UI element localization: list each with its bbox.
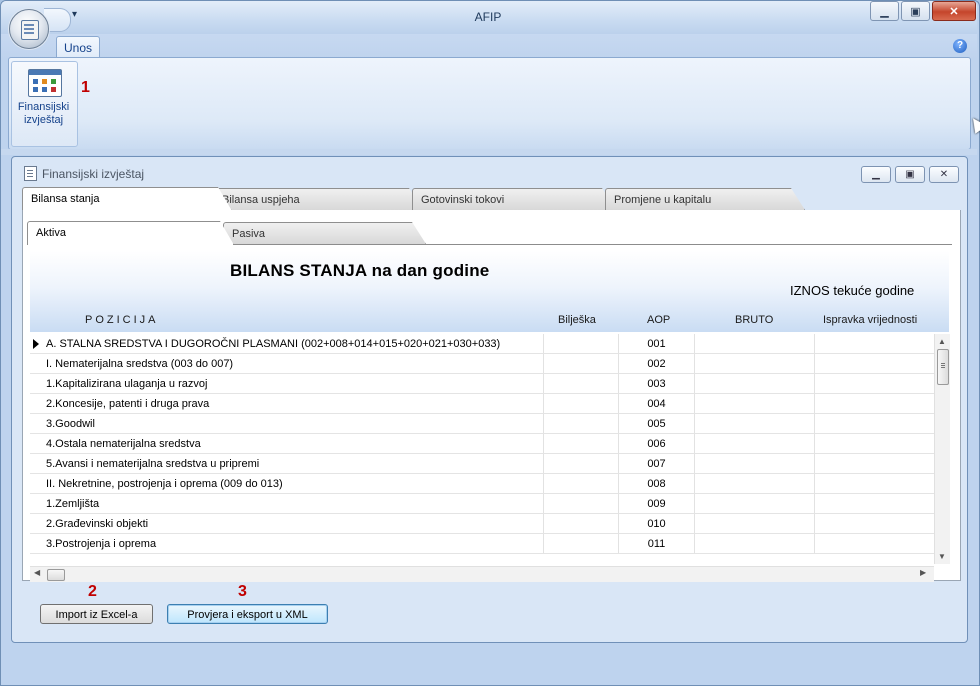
annotation-1: 1 — [81, 79, 90, 96]
cell-aop: 008 — [647, 478, 666, 490]
report-grid[interactable]: A. STALNA SREDSTVA I DUGOROČNI PLASMANI … — [30, 334, 934, 554]
column-header-biljeska: Bilješka — [558, 314, 596, 326]
restore-icon: ▣ — [910, 5, 921, 18]
tab-unos[interactable]: Unos — [56, 36, 100, 59]
cell-aop: 009 — [647, 498, 666, 510]
tab-gotovinski-tokovi[interactable]: Gotovinski tokovi — [412, 188, 616, 210]
cell-aop: 003 — [647, 378, 666, 390]
vertical-scrollbar[interactable]: ▲ ▼ — [934, 334, 950, 564]
horizontal-scroll-thumb[interactable] — [47, 569, 65, 581]
column-header-pozicija: POZICIJA — [85, 314, 159, 326]
cell-aop: 006 — [647, 438, 666, 450]
tab-pasiva[interactable]: Pasiva — [223, 222, 426, 244]
table-row[interactable]: 4.Ostala nematerijalna sredstva 006 — [30, 434, 934, 454]
table-row[interactable]: I. Nematerijalna sredstva (003 do 007) 0… — [30, 354, 934, 374]
child-restore-button[interactable]: ▣ — [895, 166, 925, 183]
import-excel-button[interactable]: Import iz Excel-a — [40, 604, 153, 624]
help-icon[interactable]: ? — [953, 39, 967, 53]
ribbon-tab-strip — [1, 34, 977, 58]
table-row[interactable]: 2.Koncesije, patenti i druga prava 004 — [30, 394, 934, 414]
minimize-icon: ▁ — [880, 5, 889, 18]
report-subtitle: IZNOS tekuće godine — [790, 283, 915, 298]
application-menu-button[interactable] — [9, 9, 49, 49]
scroll-up-icon[interactable]: ▲ — [938, 337, 946, 346]
app-logo-icon — [21, 20, 39, 40]
report-title: BILANS STANJA na dan godine — [230, 261, 490, 280]
table-row[interactable]: 3.Goodwil 005 — [30, 414, 934, 434]
minimize-icon: ▁ — [872, 169, 880, 180]
cell-aop: 001 — [647, 338, 666, 350]
cell-aop: 002 — [647, 358, 666, 370]
report-grid-icon — [28, 69, 62, 97]
restore-icon: ▣ — [905, 169, 915, 180]
cell-pozicija: 3.Postrojenja i oprema — [46, 538, 157, 550]
cell-pozicija: 1.Zemljišta — [46, 498, 100, 510]
annotation-3: 3 — [238, 583, 247, 600]
cell-aop: 010 — [647, 518, 666, 530]
finansijski-izvjestaj-label: Finansijski izvještaj — [17, 101, 70, 126]
cell-pozicija: A. STALNA SREDSTVA I DUGOROČNI PLASMANI … — [46, 338, 501, 350]
ribbon-bottom-strip — [1, 149, 977, 155]
scroll-down-icon[interactable]: ▼ — [938, 552, 946, 561]
cell-aop: 011 — [647, 538, 666, 550]
cell-pozicija: I. Nematerijalna sredstva (003 do 007) — [46, 358, 234, 370]
tab-bilansa-uspjeha[interactable]: Bilansa uspjeha — [213, 188, 423, 210]
cell-pozicija: II. Nekretnine, postrojenja i oprema (00… — [46, 478, 283, 490]
close-icon: ✕ — [949, 5, 959, 18]
table-row[interactable]: 1.Kapitalizirana ulaganja u razvoj 003 — [30, 374, 934, 394]
child-close-button[interactable]: ✕ — [929, 166, 959, 183]
cell-pozicija: 2.Koncesije, patenti i druga prava — [46, 398, 210, 410]
tab-promjene-u-kapitalu[interactable]: Promjene u kapitalu — [605, 188, 805, 210]
close-button[interactable]: ✕ — [932, 1, 976, 21]
annotation-2: 2 — [88, 583, 97, 600]
column-header-aop: AOP — [647, 314, 671, 326]
table-row[interactable]: 3.Postrojenja i oprema 011 — [30, 534, 934, 554]
close-icon: ✕ — [939, 169, 949, 180]
table-row[interactable]: A. STALNA SREDSTVA I DUGOROČNI PLASMANI … — [30, 334, 934, 354]
table-row[interactable]: 1.Zemljišta 009 — [30, 494, 934, 514]
child-minimize-button[interactable]: ▁ — [861, 166, 891, 183]
vertical-scroll-thumb[interactable] — [937, 349, 949, 385]
window-controls: ▁ ▣ ✕ — [870, 1, 976, 21]
cell-aop: 007 — [647, 458, 666, 470]
column-header-bruto: BRUTO — [735, 314, 774, 326]
document-icon — [24, 166, 37, 181]
customize-toolbar-icon[interactable]: ▾ — [72, 9, 77, 20]
cell-pozicija: 3.Goodwil — [46, 418, 95, 430]
cell-pozicija: 1.Kapitalizirana ulaganja u razvoj — [46, 378, 208, 390]
table-row[interactable]: 5.Avansi i nematerijalna sredstva u prip… — [30, 454, 934, 474]
cell-pozicija: 5.Avansi i nematerijalna sredstva u prip… — [46, 458, 260, 470]
column-header-ispravka: Ispravka vrijednosti — [823, 314, 918, 326]
table-row[interactable]: 2.Građevinski objekti 010 — [30, 514, 934, 534]
table-row[interactable]: II. Nekretnine, postrojenja i oprema (00… — [30, 474, 934, 494]
ribbon-panel — [8, 57, 971, 150]
cell-pozicija: 4.Ostala nematerijalna sredstva — [46, 438, 201, 450]
cell-aop: 005 — [647, 418, 666, 430]
tab-bilansa-stanja[interactable]: Bilansa stanja — [22, 187, 232, 211]
app-title: AFIP — [474, 10, 502, 24]
restore-button[interactable]: ▣ — [901, 1, 930, 21]
cell-aop: 004 — [647, 398, 666, 410]
cell-pozicija: 2.Građevinski objekti — [46, 518, 149, 530]
child-window-title: Finansijski izvještaj — [42, 167, 145, 181]
horizontal-scrollbar[interactable]: ◀ ▶ — [30, 566, 934, 582]
scroll-left-icon[interactable]: ◀ — [34, 568, 40, 577]
export-xml-button[interactable]: Provjera i eksport u XML — [167, 604, 328, 624]
minimize-button[interactable]: ▁ — [870, 1, 899, 21]
tab-aktiva[interactable]: Aktiva — [27, 221, 234, 245]
scroll-right-icon[interactable]: ▶ — [920, 568, 926, 577]
child-window-controls: ▁ ▣ ✕ — [861, 166, 959, 183]
row-selector-icon — [33, 339, 39, 349]
